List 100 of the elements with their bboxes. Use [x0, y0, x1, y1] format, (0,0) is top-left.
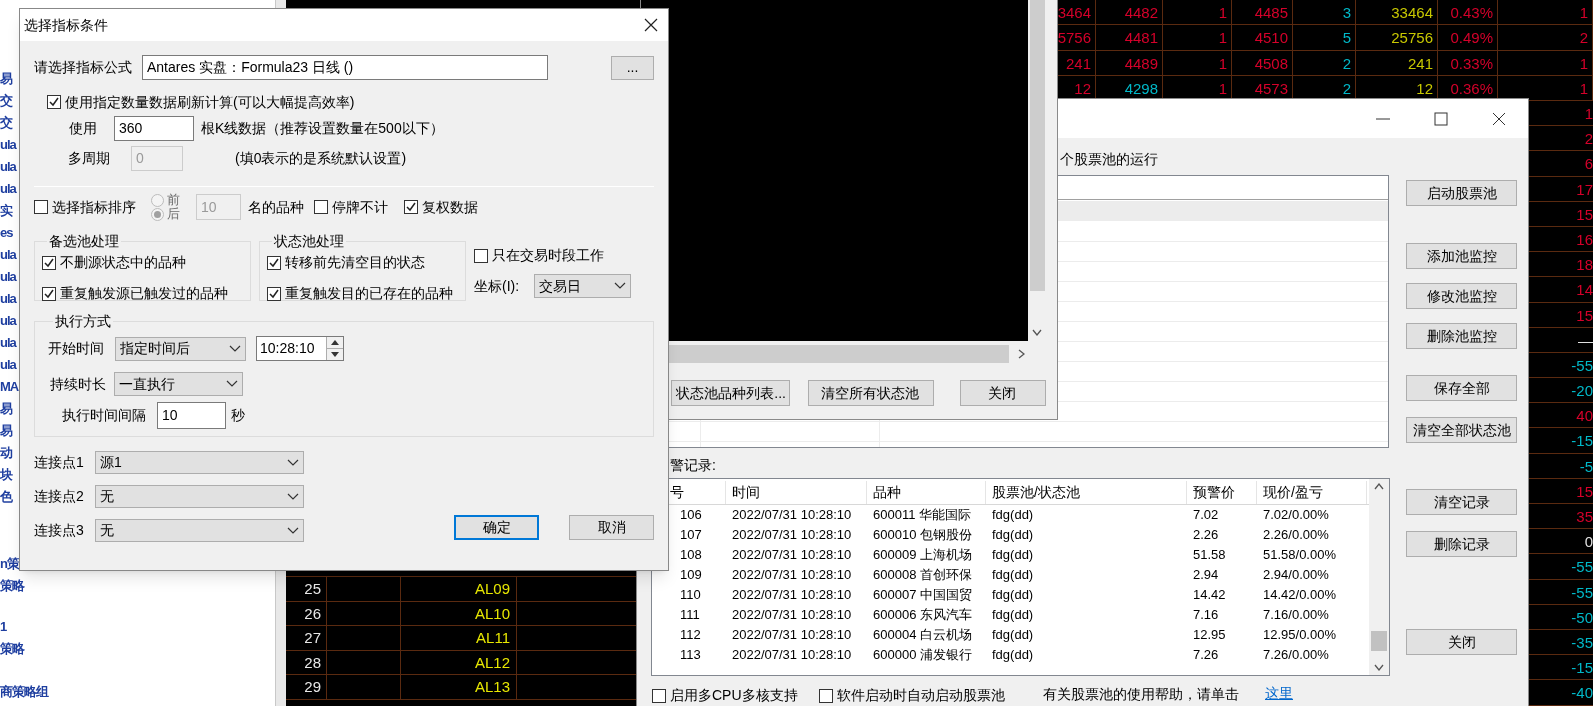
window-title: 选择指标条件: [24, 15, 108, 35]
help-link[interactable]: 这里: [1265, 685, 1293, 701]
sidebar-item[interactable]: ula: [0, 266, 16, 288]
sidebar-item[interactable]: 策略: [0, 638, 24, 660]
button[interactable]: 确定: [454, 515, 539, 540]
table-cell-text: 600000 浦发银行: [873, 646, 972, 665]
sidebar-item[interactable]: 易: [0, 68, 12, 90]
button[interactable]: 关闭: [1406, 629, 1517, 655]
formula-field[interactable]: Antares 实盘：Formula23 日线 (): [142, 55, 548, 80]
sidebar-item[interactable]: MA: [0, 376, 19, 398]
dropdown[interactable]: 无: [95, 519, 304, 542]
dropdown[interactable]: 指定时间后: [115, 336, 246, 361]
sidebar-item[interactable]: 1: [0, 616, 7, 638]
button[interactable]: 删除记录: [1406, 531, 1517, 557]
checkbox[interactable]: [404, 200, 418, 214]
table-cell-text: 4298: [1124, 78, 1158, 99]
checkbox-label[interactable]: 选择指标排序: [52, 196, 136, 218]
dropdown[interactable]: 交易日: [534, 274, 631, 298]
checkbox-label[interactable]: 停牌不计: [332, 196, 388, 218]
column-header[interactable]: 预警价: [1193, 482, 1235, 503]
checkbox-label[interactable]: 转移前先清空目的状态: [285, 252, 425, 273]
sidebar-item[interactable]: ula: [0, 288, 16, 310]
input-field[interactable]: 10: [157, 402, 226, 429]
checkbox[interactable]: [267, 255, 281, 270]
button[interactable]: 删除池监控: [1406, 323, 1517, 349]
checkbox[interactable]: [42, 255, 56, 270]
chevron-down-icon: [226, 380, 238, 388]
sidebar-item[interactable]: n策: [0, 553, 19, 575]
checkbox-label[interactable]: 不删源状态中的品种: [60, 252, 186, 273]
table-cell-text: 12: [1416, 78, 1433, 99]
dropdown[interactable]: 无: [95, 485, 304, 508]
checkbox-label[interactable]: 重复触发源已触发过的品种: [60, 283, 228, 304]
sidebar-item[interactable]: 易: [0, 398, 12, 420]
button[interactable]: 状态池品种列表...: [671, 380, 790, 406]
dropdown[interactable]: 源1: [95, 451, 304, 474]
sidebar-item[interactable]: 块: [0, 464, 12, 486]
unit-label: 秒: [231, 406, 245, 425]
sidebar-item[interactable]: 交: [0, 90, 12, 112]
column-header[interactable]: 股票池/状态池: [992, 482, 1080, 503]
table-cell-text: 1: [1218, 53, 1227, 74]
table-cell-text: 0: [1584, 532, 1593, 553]
minimize-icon: [1376, 117, 1390, 120]
table-cell-text: 111: [680, 606, 700, 625]
button[interactable]: 添加池监控: [1406, 243, 1517, 269]
checkbox-label[interactable]: 只在交易时段工作: [492, 245, 604, 266]
table-cell-text: 51.58: [1193, 546, 1226, 565]
table-cell: 28: [286, 650, 327, 674]
column-header[interactable]: 时间: [732, 482, 760, 503]
checkbox[interactable]: [34, 200, 48, 214]
checkbox[interactable]: [267, 286, 281, 301]
sidebar-item[interactable]: ula: [0, 178, 16, 200]
checkbox-label[interactable]: 重复触发目的已存在的品种: [285, 283, 453, 304]
button[interactable]: 清空全部状态池: [1406, 417, 1517, 443]
table-cell-text: fdg(dd): [992, 506, 1034, 525]
checkbox-label[interactable]: 复权数据: [422, 196, 478, 218]
checkbox-label[interactable]: 使用指定数量数据刷新计算(可以大幅提高效率): [65, 91, 355, 113]
sidebar-item[interactable]: ula: [0, 244, 16, 266]
button[interactable]: 启动股票池: [1406, 180, 1517, 206]
button[interactable]: 清空所有状态池: [808, 380, 934, 406]
button[interactable]: ...: [611, 55, 654, 80]
field-label: 多周期: [68, 149, 111, 168]
button[interactable]: 清空记录: [1406, 489, 1517, 515]
sidebar-item[interactable]: 策略: [0, 575, 24, 597]
checkbox[interactable]: [819, 688, 833, 703]
sidebar-item[interactable]: 色: [0, 486, 12, 508]
sidebar-item[interactable]: ula: [0, 310, 16, 332]
sidebar-item[interactable]: es: [0, 222, 13, 244]
scrollbar-thumb: [1371, 631, 1387, 651]
checkbox[interactable]: [652, 688, 666, 703]
checkbox[interactable]: [47, 95, 61, 109]
input-field[interactable]: 360: [114, 116, 194, 141]
button[interactable]: 保存全部: [1406, 375, 1517, 401]
sidebar-item[interactable]: 商策略组: [0, 681, 48, 703]
column-header[interactable]: 号: [670, 482, 684, 503]
checkbox[interactable]: [42, 286, 56, 301]
checkbox-label[interactable]: 启用多CPU多核支持: [670, 685, 798, 706]
table-cell-text: 109: [680, 566, 702, 585]
dropdown[interactable]: 一直执行: [114, 372, 243, 396]
button[interactable]: 修改池监控: [1406, 283, 1517, 309]
sidebar-item[interactable]: ula: [0, 156, 16, 178]
checkbox[interactable]: [314, 200, 328, 214]
sidebar-item[interactable]: ula: [0, 332, 16, 354]
checkbox[interactable]: [474, 248, 488, 263]
table-cell-text: 15: [1576, 305, 1593, 326]
table-cell-text: 51.58/0.00%: [1263, 546, 1336, 565]
column-header[interactable]: 现价/盈亏: [1263, 482, 1323, 503]
checkbox-label[interactable]: 软件启动时自动启动股票池: [837, 685, 1005, 706]
sidebar-item[interactable]: 实: [0, 200, 12, 222]
table-cell-text: 2.94: [1193, 566, 1219, 585]
sidebar-item[interactable]: 动: [0, 442, 12, 464]
table-cell-text: 600009 上海机场: [873, 546, 972, 565]
sidebar-item[interactable]: 易: [0, 420, 12, 442]
button[interactable]: 关闭: [960, 380, 1046, 406]
sidebar-item[interactable]: ula: [0, 134, 16, 156]
column-header[interactable]: 品种: [873, 482, 901, 503]
table-cell-text: 5756: [1057, 28, 1091, 49]
time-field[interactable]: 10:28:10: [256, 336, 344, 361]
sidebar-item[interactable]: ula: [0, 354, 16, 376]
button[interactable]: 取消: [569, 515, 654, 540]
sidebar-item[interactable]: 交: [0, 112, 12, 134]
